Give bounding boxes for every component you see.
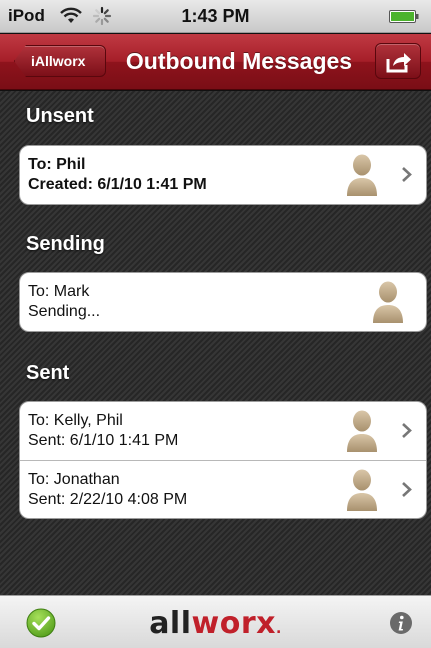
bottom-toolbar: allworx. [0,595,431,648]
logo-suffix: . [275,621,282,637]
chevron-right-icon [402,482,412,497]
logo-text-part2: worx [191,606,276,641]
allworx-logo: allworx. [0,606,431,641]
message-status: Sending... [28,303,101,320]
message-date: Sent: 2/22/10 4:08 PM [28,491,188,508]
logo-text-part1: all [149,606,192,641]
message-recipient: To: Phil [28,156,86,173]
list-item[interactable]: To: Jonathan Sent: 2/22/10 4:08 PM [20,460,426,518]
section-header-sent: Sent [26,362,70,384]
message-text: To: Phil Created: 6/1/10 1:41 PM [28,155,207,195]
share-icon [386,53,411,73]
contact-avatar-icon [347,154,377,196]
clock: 1:43 PM [181,6,250,26]
status-bar: iPod 1:43 PM [0,0,431,33]
list-item[interactable]: To: Kelly, Phil Sent: 6/1/10 1:41 PM [20,402,426,460]
list-item[interactable]: To: Phil Created: 6/1/10 1:41 PM [20,146,426,204]
navigation-bar: iAllworx Outbound Messages [0,34,431,90]
message-text: To: Jonathan Sent: 2/22/10 4:08 PM [28,470,187,510]
sent-group: To: Kelly, Phil Sent: 6/1/10 1:41 PM To:… [19,401,427,519]
message-text: To: Kelly, Phil Sent: 6/1/10 1:41 PM [28,411,178,451]
chevron-right-icon [402,423,412,438]
message-list: Unsent To: Phil Created: 6/1/10 1:41 PM … [0,91,431,595]
section-header-unsent: Unsent [26,105,94,127]
message-recipient: To: Mark [28,283,90,300]
battery-icon [389,10,419,23]
unsent-group: To: Phil Created: 6/1/10 1:41 PM [19,145,427,205]
sending-group: To: Mark Sending... [19,272,427,332]
contact-avatar-icon [347,469,377,511]
message-text: To: Mark Sending... [28,282,100,322]
info-icon[interactable] [389,611,413,635]
page-title: Outbound Messages [125,48,353,74]
message-recipient: To: Kelly, Phil [28,412,123,429]
list-item: To: Mark Sending... [20,273,426,331]
chevron-right-icon [402,167,412,182]
message-date: Sent: 6/1/10 1:41 PM [28,432,179,449]
message-recipient: To: Jonathan [28,471,120,488]
share-button[interactable] [375,43,421,79]
section-header-sending: Sending [26,233,105,255]
contact-avatar-icon [347,410,377,452]
contact-avatar-icon [373,281,403,323]
back-button[interactable]: iAllworx [14,45,106,77]
phone-screen: iPod 1:43 PM iAllworx Outbound Messages … [0,0,431,648]
message-date: Created: 6/1/10 1:41 PM [28,176,207,193]
